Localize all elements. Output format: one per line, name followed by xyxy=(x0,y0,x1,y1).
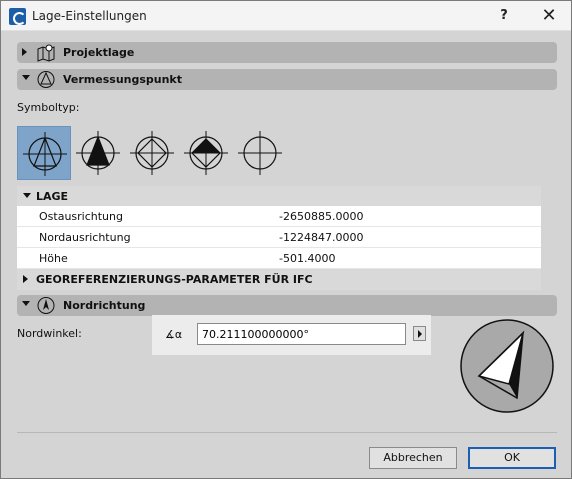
triangle-outline-symbol-icon xyxy=(23,132,67,176)
lage-header-label: LAGE xyxy=(36,190,69,203)
section-vermessungspunkt[interactable]: Vermessungspunkt xyxy=(17,69,557,90)
row-label: Nordausrichtung xyxy=(39,231,131,244)
map-pin-icon xyxy=(37,44,55,62)
diamond-quarter-symbol-icon xyxy=(184,131,228,175)
collapse-icon xyxy=(22,301,30,306)
symbol-triangle-filled-button[interactable] xyxy=(71,126,125,180)
table-row[interactable]: Ostausrichtung -2650885.0000 xyxy=(17,206,541,227)
cancel-button[interactable]: Abbrechen xyxy=(369,447,457,469)
window-title: Lage-Einstellungen xyxy=(32,9,147,23)
dialog-window: Lage-Einstellungen ? ✕ Projektlage Verme… xyxy=(0,0,572,479)
section-label: Vermessungspunkt xyxy=(63,73,183,86)
title-bar: Lage-Einstellungen ? ✕ xyxy=(1,1,571,31)
ifc-header-label: GEOREFERENZIERUNGS-PARAMETER FÜR IFC xyxy=(36,273,313,286)
survey-point-icon xyxy=(37,71,55,88)
section-label: Projektlage xyxy=(63,46,135,59)
footer-separator xyxy=(17,432,557,433)
symbol-cross-circle-button[interactable] xyxy=(233,126,287,180)
symbol-diamond-quarter-button[interactable] xyxy=(179,126,233,180)
nordwinkel-arrow-button[interactable] xyxy=(413,326,426,341)
symboltyp-label: Symboltyp: xyxy=(17,101,80,114)
collapse-icon xyxy=(22,75,30,80)
symbol-diamond-half-button[interactable] xyxy=(125,126,179,180)
nordwinkel-input[interactable] xyxy=(197,323,406,345)
section-projektlage[interactable]: Projektlage xyxy=(17,42,557,63)
section-label: Nordrichtung xyxy=(63,299,146,312)
expand-icon xyxy=(22,48,27,56)
collapse-icon xyxy=(23,193,31,198)
symbol-triangle-outline-button[interactable] xyxy=(17,126,71,180)
expand-icon xyxy=(23,275,28,283)
ok-button[interactable]: OK xyxy=(468,447,556,469)
lage-table: LAGE Ostausrichtung -2650885.0000 Nordau… xyxy=(17,186,541,290)
row-label: Höhe xyxy=(39,252,68,265)
help-button[interactable]: ? xyxy=(487,4,521,28)
angle-icon: ∡α xyxy=(165,328,183,341)
row-value[interactable]: -2650885.0000 xyxy=(279,210,363,223)
ifc-parameter-header[interactable]: GEOREFERENZIERUNGS-PARAMETER FÜR IFC xyxy=(17,269,541,290)
table-row[interactable]: Höhe -501.4000 xyxy=(17,248,541,269)
table-scroll-area xyxy=(541,186,557,290)
row-value[interactable]: -1224847.0000 xyxy=(279,231,363,244)
table-row[interactable]: Nordausrichtung -1224847.0000 xyxy=(17,227,541,248)
archicad-app-icon xyxy=(9,8,26,25)
triangle-filled-symbol-icon xyxy=(76,131,120,175)
row-label: Ostausrichtung xyxy=(39,210,123,223)
nordwinkel-field-group: ∡α xyxy=(152,315,431,355)
lage-header[interactable]: LAGE xyxy=(17,186,541,206)
section-nordrichtung[interactable]: Nordrichtung xyxy=(17,295,557,316)
diamond-half-symbol-icon xyxy=(130,131,174,175)
north-direction-icon xyxy=(37,297,55,314)
north-compass-icon[interactable] xyxy=(459,318,555,414)
row-value[interactable]: -501.4000 xyxy=(279,252,335,265)
close-button[interactable]: ✕ xyxy=(532,4,566,28)
nordwinkel-label: Nordwinkel: xyxy=(17,327,82,340)
cross-circle-symbol-icon xyxy=(238,131,282,175)
